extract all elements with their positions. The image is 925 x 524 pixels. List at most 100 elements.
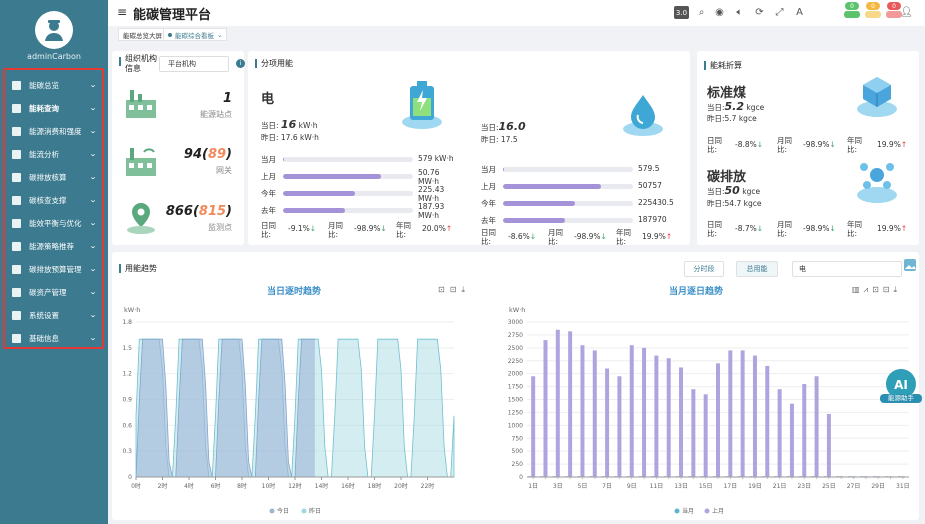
notice-badge-2: 0 [866, 2, 880, 10]
daily-toolbar-icons[interactable]: ▥⩘⊡⊡⤓ [852, 285, 901, 295]
elec-mom-label: 月同比: [328, 221, 343, 239]
bar-last-month [740, 350, 745, 477]
x-tick-label: 1日 [528, 483, 538, 490]
x-tick-label: 0时 [131, 482, 141, 490]
elec-row-value: 225.43 MW·h [418, 185, 445, 203]
sidebar-item-label: 能碳总览 [29, 80, 59, 90]
chevron-down-icon: ⌄ [88, 150, 98, 158]
y-tick-label: 2750 [508, 332, 523, 339]
coal-dod-value: -8.8%↓ [735, 140, 764, 149]
gateway-icon [126, 148, 156, 176]
progress-fill [503, 201, 575, 206]
fullscreen-icon[interactable]: ⤢ [774, 7, 785, 18]
y-tick-label: 1750 [508, 384, 523, 391]
hourly-toolbar-icons[interactable]: ⊡⊡⤓ [438, 285, 470, 295]
sidebar-item-0[interactable]: 能碳总览 ⌄ [12, 76, 98, 94]
image-icon[interactable] [903, 258, 917, 272]
balance-icon [12, 218, 21, 228]
notice-icon-1[interactable] [844, 11, 860, 18]
progress-fill [283, 191, 355, 196]
sidebar-item-7[interactable]: 能源策略推荐 ⌄ [12, 237, 98, 255]
tab-label: 能碳总览大屏 [123, 31, 162, 40]
ai-assistant-button[interactable]: AI 能源助手 [880, 367, 922, 405]
tab-overview-screen[interactable]: 能碳总览大屏 [118, 28, 167, 41]
bar-last-month [580, 345, 585, 477]
sidebar-item-8[interactable]: 碳排放预算管理 ⌄ [12, 260, 98, 278]
username: adminCarbon [27, 52, 81, 61]
sidebar-item-3[interactable]: 能流分析 ⌄ [12, 145, 98, 163]
x-tick-label: 11日 [650, 483, 664, 490]
trend-title: 用能趋势 [125, 264, 157, 273]
github-icon[interactable]: ◉ [714, 7, 725, 18]
notice-badge-3: 0 [887, 2, 901, 10]
x-tick-label: 4时 [184, 482, 194, 490]
chevron-down-icon: ⌄ [88, 288, 98, 296]
bar-last-month [568, 331, 573, 477]
sidebar-item-4[interactable]: 碳排放核算 ⌄ [12, 168, 98, 186]
coal-yesterday: 昨日:5.7 kgce [707, 114, 757, 123]
sidebar-item-2[interactable]: 能源消费和强度 ⌄ [12, 122, 98, 140]
version-badge[interactable]: 3.0 [674, 6, 689, 19]
search-icon[interactable]: ⌕ [696, 7, 707, 18]
y-tick-label: 3000 [508, 319, 523, 326]
elec-row-value: 50.76 MW·h [418, 168, 440, 186]
x-tick-label: 31日 [896, 483, 910, 490]
chevron-down-icon: ⌄ [88, 104, 98, 112]
water-progress-bar [503, 184, 633, 189]
tab-dashboard[interactable]: 能碳综合看板 ⌄ [163, 28, 228, 41]
sidebar-item-10[interactable]: 系统设置 ⌄ [12, 306, 98, 324]
carbon-mom-value: -98.9%↓ [803, 224, 836, 233]
coal-mom-value: -98.9%↓ [803, 140, 836, 149]
bar-last-month [654, 355, 659, 477]
gateway-label: 网关 [216, 166, 232, 175]
x-tick-label: 29日 [871, 483, 885, 490]
sidebar-item-label: 碳排放核算 [29, 172, 67, 182]
carbon-dod-value: -8.7%↓ [735, 224, 764, 233]
water-row-value: 50757 [638, 181, 662, 190]
carbon-molecule-icon [857, 163, 897, 203]
x-tick-label: 15日 [699, 483, 713, 490]
info-icon[interactable]: i [236, 59, 245, 68]
chevron-down-icon: ⌄ [88, 311, 98, 319]
translate-icon[interactable]: A [794, 7, 805, 18]
elec-mom-value: -98.9%↓ [354, 224, 387, 233]
org-select[interactable]: 平台机构 [159, 56, 229, 72]
x-tick-label: 21日 [773, 483, 787, 490]
sidebar-item-9[interactable]: 碳资产管理 ⌄ [12, 283, 98, 301]
top-bar: ≡ 能碳管理平台 3.0 ⌕ ◉ 🔈︎ ⟳ ⤢ A 0 0 0 👤︎ [108, 0, 925, 26]
menu-toggle-icon[interactable]: ≡ [117, 5, 127, 19]
sidebar-item-5[interactable]: 碳核查支撑 ⌄ [12, 191, 98, 209]
verify-icon [12, 195, 21, 205]
coal-mom-label: 月同比: [777, 136, 792, 154]
x-tick-label: 5日 [578, 483, 588, 490]
y-tick-label: 500 [512, 448, 524, 455]
user-avatar[interactable] [35, 11, 73, 49]
y-tick-label: 1.2 [122, 371, 132, 378]
total-energy-button[interactable]: 总用能 [736, 261, 778, 277]
refresh-icon[interactable]: ⟳ [754, 7, 765, 18]
carbon-yoy-label: 年同比: [847, 220, 862, 238]
energy-type-select[interactable]: 电 [792, 261, 902, 277]
x-tick-label: 14时 [315, 482, 329, 490]
sidebar-item-label: 碳核查支撑 [29, 195, 67, 205]
user-icon[interactable]: 👤︎ [900, 7, 913, 18]
chevron-down-icon: ⌄ [88, 265, 98, 273]
x-tick-label: 20时 [394, 482, 408, 490]
bar-last-month [617, 376, 622, 477]
x-tick-label: 2时 [158, 482, 168, 490]
bar-last-month [691, 389, 696, 477]
sidebar-item-11[interactable]: 基础信息 ⌄ [12, 329, 98, 347]
sidebar-item-1[interactable]: 能耗查询 ⌄ [12, 99, 98, 117]
site-count: 1 [222, 91, 232, 106]
notice-icon-2[interactable] [865, 11, 881, 18]
period-button[interactable]: 分时段 [684, 261, 724, 277]
sidebar-item-6[interactable]: 能效平衡与优化 ⌄ [12, 214, 98, 232]
elec-row-label: 上月 [261, 172, 276, 181]
legend-dot [301, 508, 307, 514]
active-dot [168, 32, 172, 37]
sound-icon[interactable]: 🔈︎ [734, 7, 745, 18]
bar-last-month [555, 329, 560, 477]
progress-fill [503, 184, 601, 189]
elec-yoy-value: 20.0%↑ [422, 224, 453, 233]
water-mom-label: 月同比: [548, 228, 563, 246]
